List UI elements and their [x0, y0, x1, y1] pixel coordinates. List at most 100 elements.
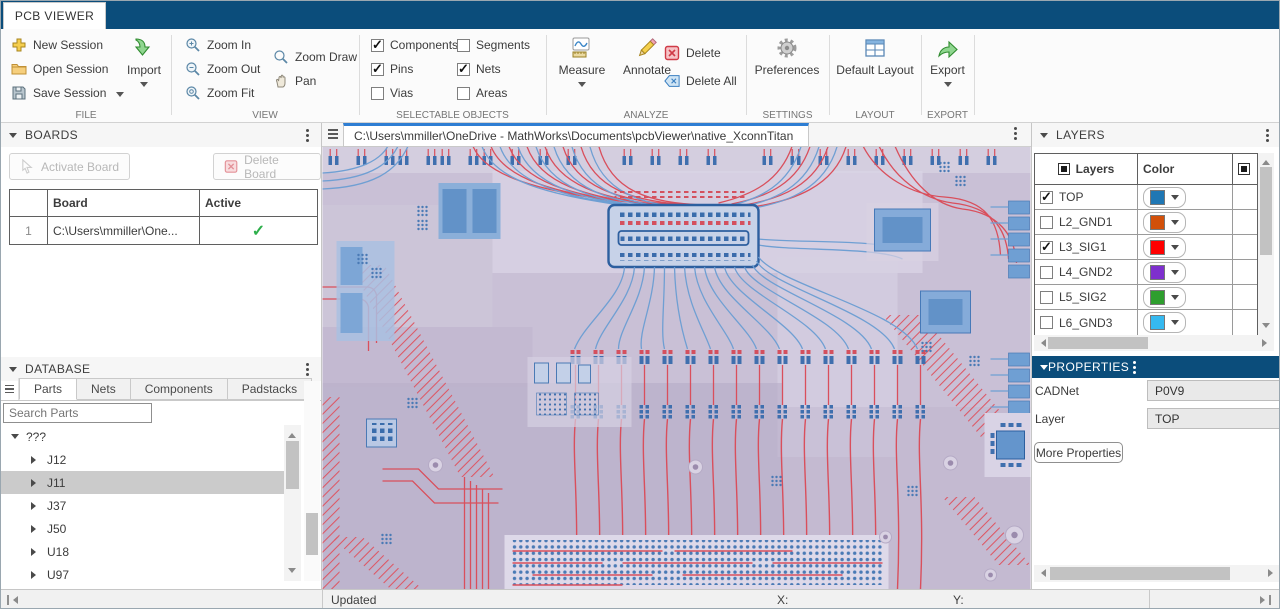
preferences-button[interactable]: Preferences: [752, 35, 822, 77]
expander-closed-icon[interactable]: [31, 479, 40, 487]
more-properties-button[interactable]: More Properties: [1034, 442, 1123, 463]
layer-color-dropdown[interactable]: [1143, 187, 1186, 208]
scroll-down-icon[interactable]: [1262, 323, 1270, 332]
delete-button[interactable]: Delete: [664, 43, 721, 63]
checkbox-segments[interactable]: Segments: [457, 35, 530, 55]
save-session-button[interactable]: Save Session: [11, 83, 124, 103]
scroll-right-icon[interactable]: [1262, 339, 1271, 347]
collapse-left-pane-icon[interactable]: [7, 595, 18, 605]
tab-pcb-viewer[interactable]: PCB VIEWER: [3, 2, 106, 29]
scrollbar-thumb[interactable]: [306, 513, 318, 555]
right-pane-horizontal-scrollbar[interactable]: [1034, 565, 1280, 582]
kebab-menu-icon[interactable]: [306, 134, 309, 137]
layer-visibility-checkbox[interactable]: [1040, 241, 1053, 254]
zoom-draw-button[interactable]: Zoom Draw: [273, 47, 357, 67]
search-parts-input[interactable]: [3, 403, 152, 423]
document-menu-icon[interactable]: [328, 129, 338, 139]
pcb-canvas[interactable]: [322, 147, 1031, 589]
chevron-down-icon[interactable]: [116, 92, 124, 101]
layer-visibility-checkbox[interactable]: [1040, 216, 1053, 229]
kebab-menu-icon[interactable]: [306, 368, 309, 371]
chevron-down-icon[interactable]: [578, 82, 586, 91]
layer-row-l6-gnd3[interactable]: L6_GND3: [1035, 310, 1257, 335]
layer-visibility-checkbox[interactable]: [1040, 316, 1053, 329]
collapse-icon[interactable]: [9, 367, 17, 376]
layer-value-field[interactable]: TOP: [1147, 408, 1280, 429]
activate-board-button[interactable]: Activate Board: [9, 153, 130, 180]
scrollbar-thumb[interactable]: [1050, 567, 1230, 580]
select-all-layers-checkbox[interactable]: [1058, 163, 1070, 175]
checkbox-components[interactable]: Components: [371, 35, 458, 55]
board-row[interactable]: 1 C:\Users\mmiller\One...: [10, 217, 317, 244]
layers-horizontal-scrollbar[interactable]: [1034, 335, 1274, 351]
layer-row-top[interactable]: TOP: [1035, 185, 1257, 210]
areas-checkbox[interactable]: [457, 87, 470, 100]
zoom-fit-button[interactable]: Zoom Fit: [185, 83, 254, 103]
expander-closed-icon[interactable]: [31, 571, 40, 579]
checkbox-nets[interactable]: Nets: [457, 59, 501, 79]
tree-root[interactable]: ???: [1, 425, 284, 448]
layer-color-dropdown[interactable]: [1143, 287, 1186, 308]
tree-item-j11[interactable]: J11: [1, 471, 284, 494]
layer-row-l3-sig1[interactable]: L3_SIG1: [1035, 235, 1257, 260]
scroll-right-icon[interactable]: [1268, 569, 1277, 577]
tree-scrollbar[interactable]: [284, 425, 301, 581]
scroll-left-icon[interactable]: [1037, 339, 1046, 347]
scroll-left-icon[interactable]: [1037, 569, 1046, 577]
layer-visibility-checkbox[interactable]: [1040, 266, 1053, 279]
layer-row-l5-sig2[interactable]: L5_SIG2: [1035, 285, 1257, 310]
delete-board-button[interactable]: Delete Board: [213, 153, 321, 180]
tree-item-u97[interactable]: U97: [1, 563, 284, 581]
kebab-menu-icon[interactable]: [1014, 132, 1017, 135]
checkbox-areas[interactable]: Areas: [457, 83, 507, 103]
checkbox-pins[interactable]: Pins: [371, 59, 413, 79]
layers-panel-header[interactable]: LAYERS: [1032, 123, 1280, 147]
scroll-up-icon[interactable]: [1262, 156, 1270, 165]
select-all-checkbox[interactable]: [1238, 163, 1250, 175]
layer-row-l4-gnd2[interactable]: L4_GND2: [1035, 260, 1257, 285]
layer-color-dropdown[interactable]: [1143, 312, 1186, 333]
layer-color-dropdown[interactable]: [1143, 212, 1186, 233]
tree-item-j50[interactable]: J50: [1, 517, 284, 540]
zoom-in-button[interactable]: Zoom In: [185, 35, 251, 55]
kebab-menu-icon[interactable]: [1266, 134, 1269, 137]
tab-padstacks[interactable]: Padstacks: [228, 378, 312, 400]
boards-panel-header[interactable]: BOARDS: [1, 123, 321, 147]
layer-visibility-checkbox[interactable]: [1040, 291, 1053, 304]
segments-checkbox[interactable]: [457, 39, 470, 52]
checkbox-vias[interactable]: Vias: [371, 83, 413, 103]
expander-closed-icon[interactable]: [31, 456, 40, 464]
chevron-down-icon[interactable]: [944, 82, 952, 91]
layer-color-dropdown[interactable]: [1143, 237, 1186, 258]
pan-button[interactable]: Pan: [273, 71, 316, 91]
expander-open-icon[interactable]: [11, 434, 19, 443]
database-panel-scrollbar[interactable]: [304, 381, 320, 581]
zoom-out-button[interactable]: Zoom Out: [185, 59, 260, 79]
scrollbar-thumb[interactable]: [1048, 337, 1148, 349]
tree-item-j12[interactable]: J12: [1, 448, 284, 471]
collapse-icon[interactable]: [1040, 365, 1048, 374]
collapse-icon[interactable]: [9, 133, 17, 142]
layers-vertical-scrollbar[interactable]: [1258, 153, 1274, 335]
measure-button[interactable]: Measure: [554, 35, 610, 91]
import-button[interactable]: Import: [121, 35, 167, 91]
cadnet-value-field[interactable]: P0V9: [1147, 380, 1280, 401]
collapse-icon[interactable]: [1040, 133, 1048, 142]
expander-closed-icon[interactable]: [31, 502, 40, 510]
properties-panel-header[interactable]: PROPERTIES: [1032, 356, 1280, 378]
layer-row-l2-gnd1[interactable]: L2_GND1: [1035, 210, 1257, 235]
nets-checkbox[interactable]: [457, 63, 470, 76]
vias-checkbox[interactable]: [371, 87, 384, 100]
tree-item-u18[interactable]: U18: [1, 540, 284, 563]
chevron-down-icon[interactable]: [140, 82, 148, 91]
expander-closed-icon[interactable]: [31, 548, 40, 556]
expander-closed-icon[interactable]: [31, 525, 40, 533]
collapse-right-pane-icon[interactable]: [1260, 595, 1271, 605]
delete-all-button[interactable]: Delete All: [664, 71, 737, 91]
scrollbar-thumb[interactable]: [286, 441, 299, 489]
pins-checkbox[interactable]: [371, 63, 384, 76]
document-tab[interactable]: C:\Users\mmiller\OneDrive - MathWorks\Do…: [343, 123, 809, 147]
layer-color-dropdown[interactable]: [1143, 262, 1186, 283]
tree-item-j37[interactable]: J37: [1, 494, 284, 517]
default-layout-button[interactable]: Default Layout: [832, 35, 918, 77]
